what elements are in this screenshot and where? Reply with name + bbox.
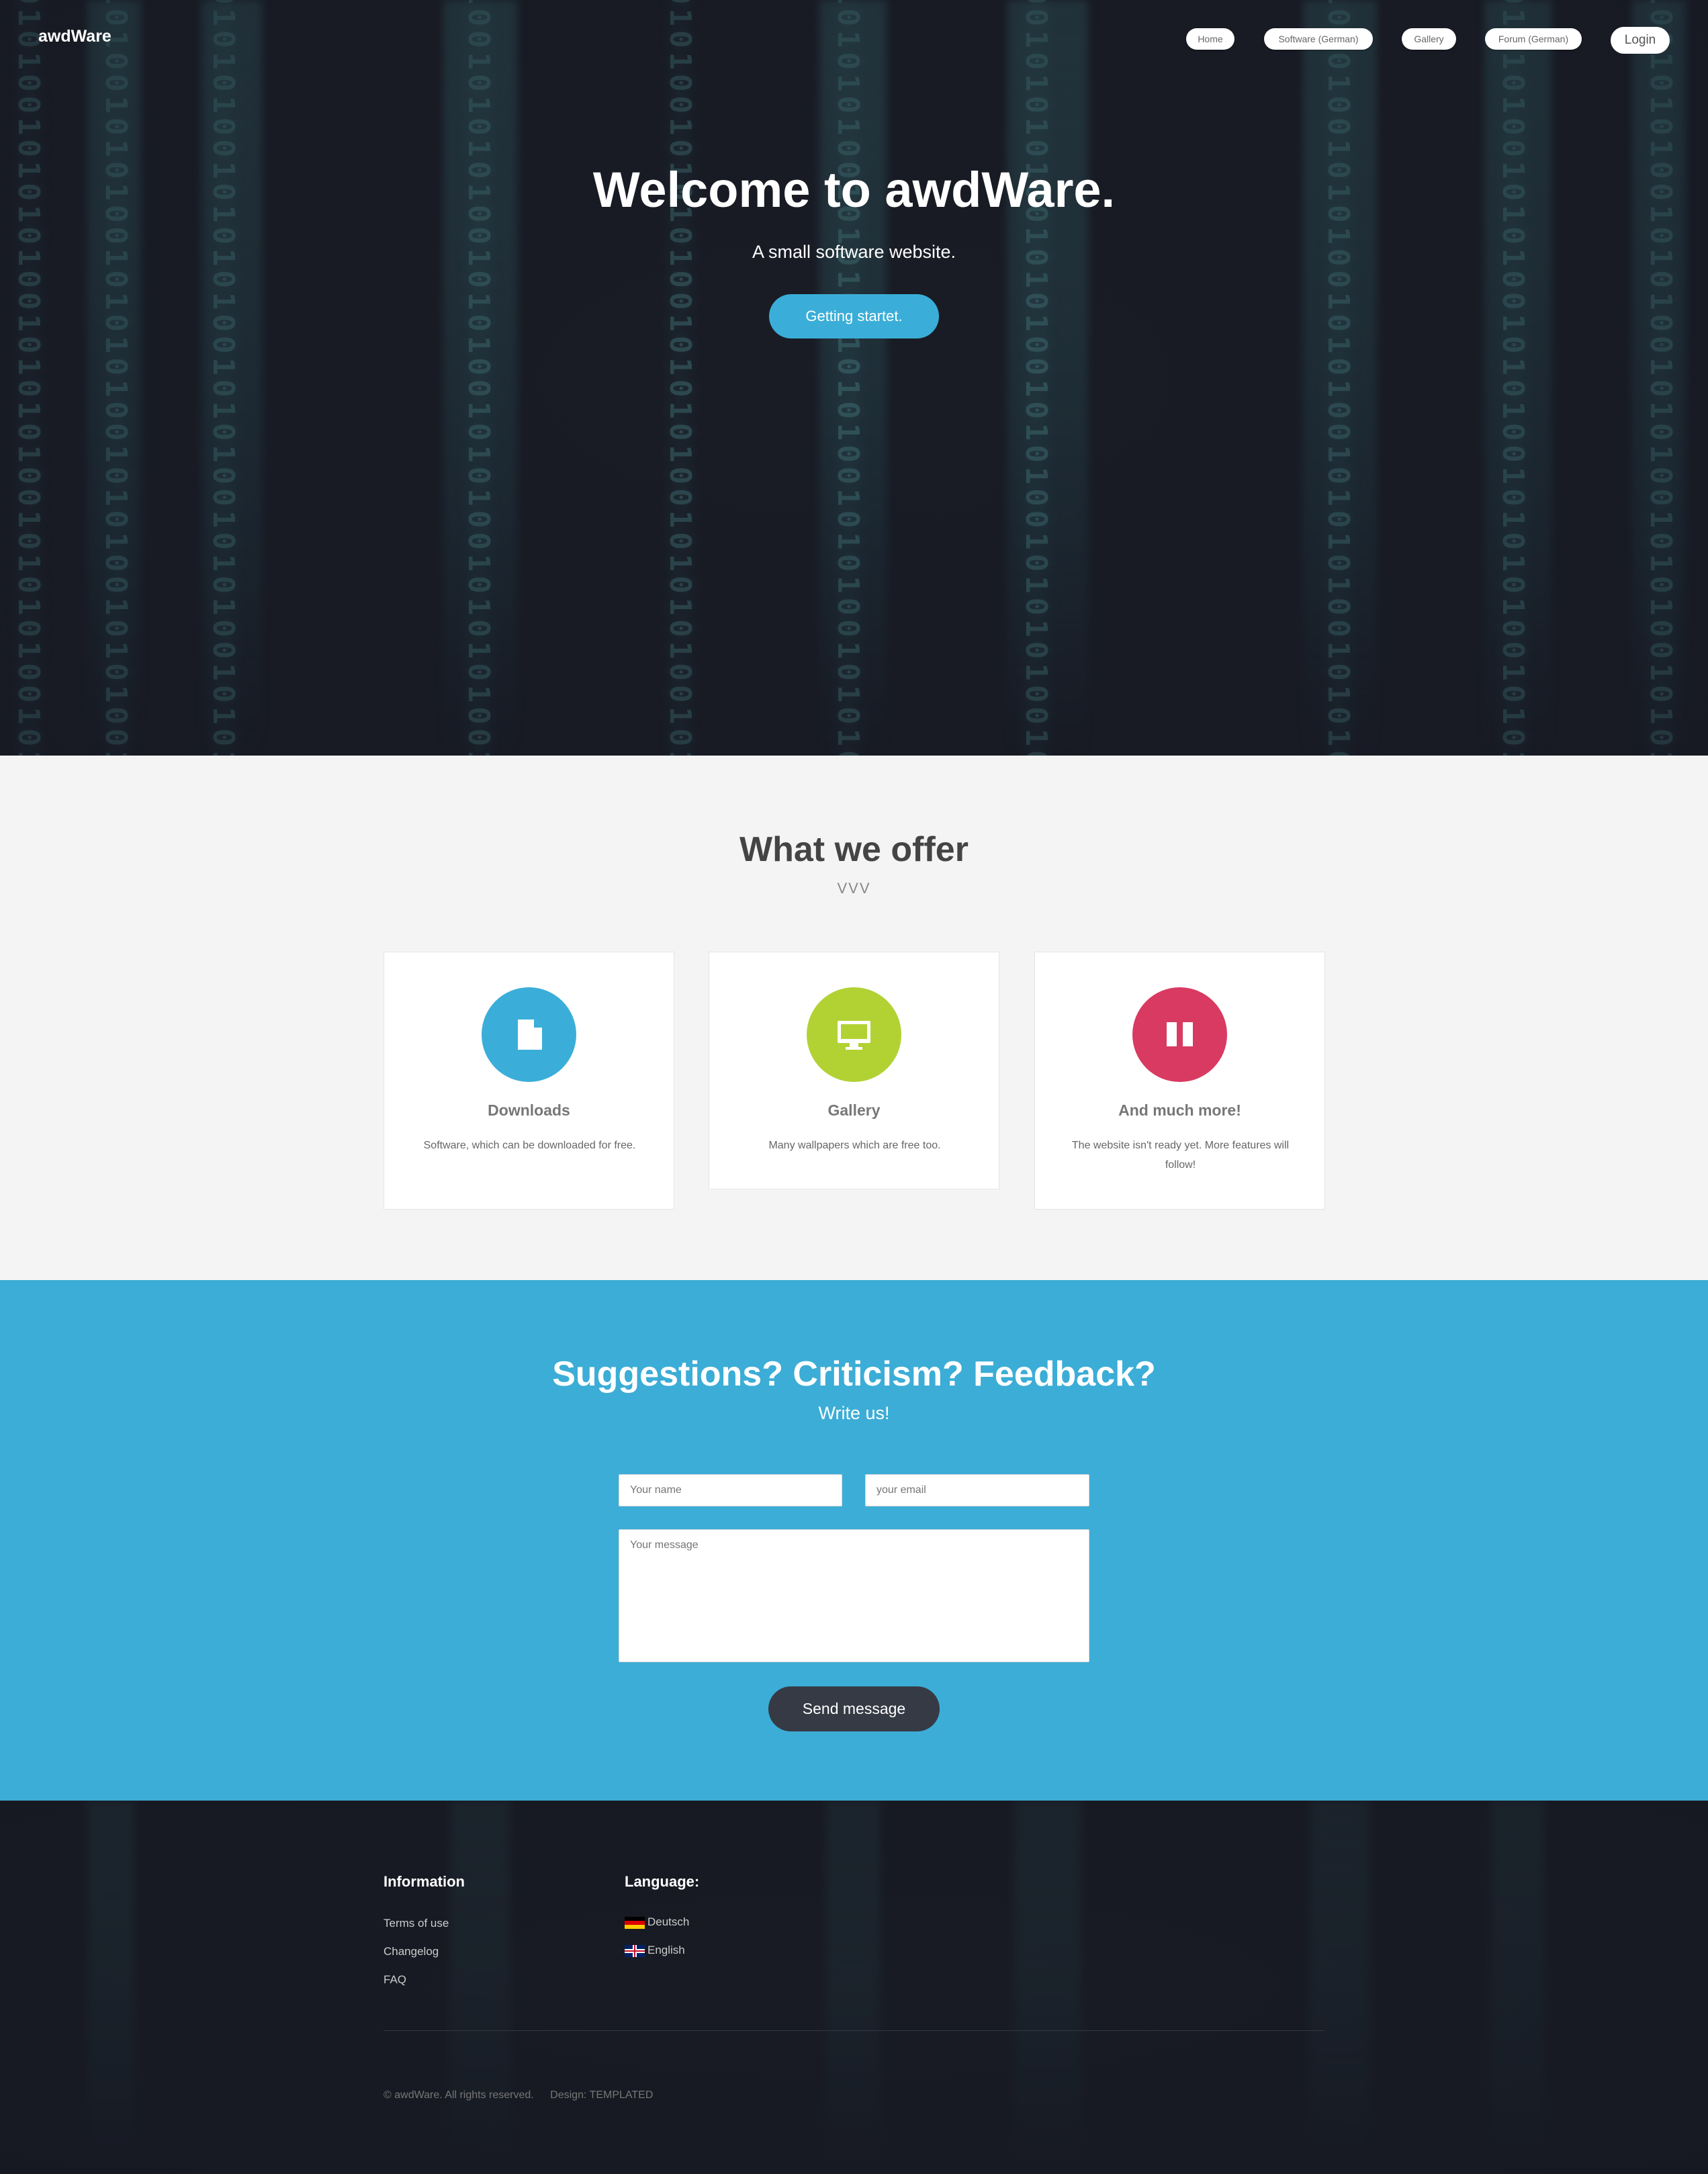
- information-heading: Information: [384, 1873, 465, 1890]
- copyright: © awdWare. All rights reserved. Design: …: [384, 2089, 666, 2101]
- email-input[interactable]: [865, 1474, 1089, 1506]
- top-nav: Home Software (German) Gallery Forum (Ge…: [0, 27, 1708, 54]
- card-text: Software, which can be downloaded for fr…: [423, 1140, 636, 1151]
- contact-section: Suggestions? Criticism? Feedback? Write …: [0, 1280, 1708, 1801]
- name-input[interactable]: [619, 1474, 842, 1506]
- nav-item-software[interactable]: Software (German): [1264, 28, 1373, 50]
- faq-link[interactable]: FAQ: [384, 1973, 406, 1987]
- hero-section: 0101001010101001010101001010101001010101…: [0, 0, 1708, 756]
- changelog-link[interactable]: Changelog: [384, 1945, 439, 1958]
- uk-flag-icon: [625, 1944, 645, 1957]
- desktop-icon: [807, 987, 901, 1082]
- offer-subtitle: VVV: [837, 880, 871, 897]
- footer-overlay: [0, 1801, 1708, 2174]
- language-label: English: [647, 1944, 685, 1956]
- offer-title: What we offer: [739, 830, 969, 869]
- contact-title: Suggestions? Criticism? Feedback?: [552, 1355, 1156, 1394]
- nav-item-home[interactable]: Home: [1186, 28, 1234, 50]
- language-label: Deutsch: [647, 1915, 690, 1928]
- columns-icon: [1132, 987, 1227, 1082]
- card-title: Downloads: [488, 1101, 570, 1119]
- offer-card-gallery: Gallery Many wallpapers which are free t…: [709, 952, 999, 1189]
- hero-title: Welcome to awdWare.: [592, 162, 1116, 218]
- copyright-text: © awdWare. All rights reserved.: [384, 2089, 534, 2101]
- language-deutsch-link[interactable]: Deutsch: [625, 1915, 689, 1929]
- card-title: Gallery: [827, 1101, 881, 1119]
- offer-card-more: And much more! The website isn't ready y…: [1034, 952, 1325, 1210]
- german-flag-icon: [625, 1916, 645, 1929]
- offer-section: What we offer VVV Downloads Software, wh…: [0, 756, 1708, 1280]
- nav-item-forum[interactable]: Forum (German): [1485, 28, 1582, 50]
- design-credit-link[interactable]: Design: TEMPLATED: [550, 2089, 653, 2101]
- language-heading: Language:: [625, 1873, 700, 1890]
- terms-of-use-link[interactable]: Terms of use: [384, 1917, 449, 1930]
- card-text: The website isn't ready yet. More featur…: [1071, 1140, 1290, 1171]
- card-text: Many wallpapers which are free too.: [768, 1140, 941, 1151]
- hero-overlay: [0, 0, 1708, 756]
- footer: Information Terms of use Changelog FAQ L…: [0, 1801, 1708, 2174]
- message-textarea[interactable]: [619, 1529, 1089, 1662]
- file-icon: [482, 987, 576, 1082]
- send-message-button[interactable]: Send message: [768, 1686, 940, 1731]
- card-title: And much more!: [1118, 1101, 1241, 1119]
- language-english-link[interactable]: English: [625, 1944, 685, 1957]
- getting-started-button[interactable]: Getting startet.: [769, 294, 939, 338]
- login-button[interactable]: Login: [1611, 27, 1670, 54]
- footer-divider: [384, 2030, 1324, 2031]
- nav-item-gallery[interactable]: Gallery: [1402, 28, 1456, 50]
- contact-subtitle: Write us!: [818, 1403, 890, 1423]
- hero-subtitle: A small software website.: [752, 242, 956, 262]
- offer-card-downloads: Downloads Software, which can be downloa…: [384, 952, 674, 1210]
